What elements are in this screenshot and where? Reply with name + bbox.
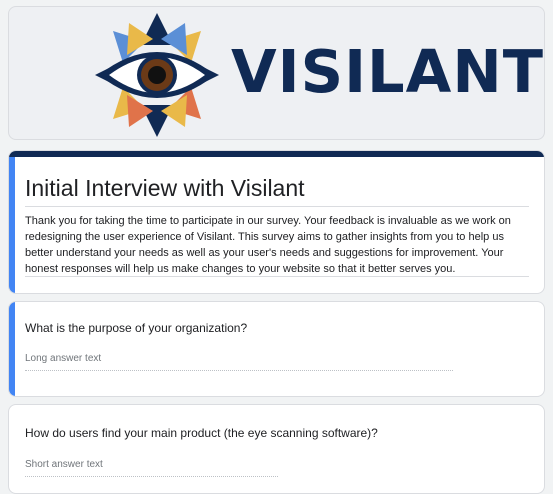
form-title-card: Initial Interview with Visilant Thank yo… xyxy=(8,150,545,294)
description-divider xyxy=(25,276,529,277)
form-description[interactable]: Thank you for taking the time to partici… xyxy=(25,213,529,277)
focus-accent-bar xyxy=(9,302,15,396)
form-title[interactable]: Initial Interview with Visilant xyxy=(25,173,305,203)
title-card-topbar xyxy=(9,151,544,157)
short-answer-field[interactable]: Short answer text xyxy=(25,458,278,477)
question-card[interactable]: How do users find your main product (the… xyxy=(8,404,545,494)
eye-sunburst-logo-icon xyxy=(95,13,219,137)
title-divider xyxy=(25,206,529,207)
header-banner: VISILANT xyxy=(8,6,545,140)
focus-accent-bar xyxy=(9,157,15,293)
long-answer-field[interactable]: Long answer text xyxy=(25,352,453,371)
question-text: What is the purpose of your organization… xyxy=(25,321,248,335)
question-text: How do users find your main product (the… xyxy=(25,426,378,440)
brand-name: VISILANT xyxy=(231,37,544,106)
question-card[interactable]: What is the purpose of your organization… xyxy=(8,301,545,397)
